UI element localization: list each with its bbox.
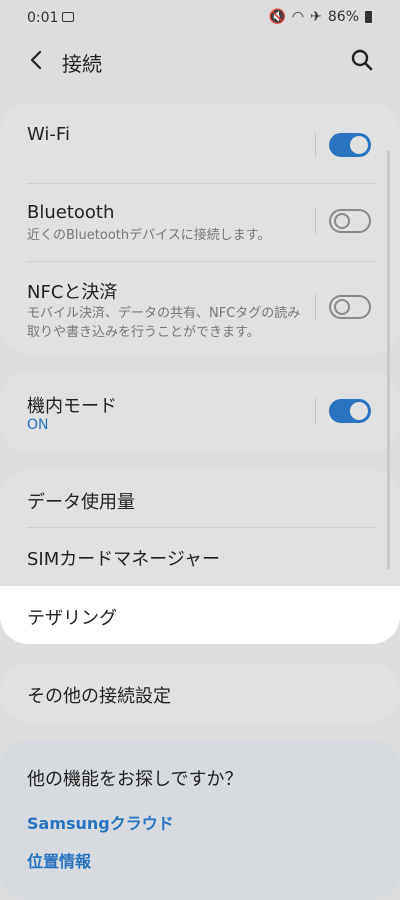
nfc-description: モバイル決済、データの共有、NFCタグの読み取りや書き込みを行うことができます。: [27, 306, 301, 340]
back-button[interactable]: [24, 47, 50, 73]
bluetooth-description: 近くのBluetoothデバイスに接続します。: [27, 228, 271, 243]
wifi-label: Wi-Fi: [27, 124, 70, 145]
airplane-mode-label: 機内モード: [27, 396, 117, 417]
wifi-icon: ◠: [291, 9, 305, 25]
bluetooth-label: Bluetooth: [27, 202, 115, 223]
location-link[interactable]: 位置情報: [27, 848, 91, 872]
sim-manager-label: SIMカードマネージャー: [27, 549, 221, 570]
status-time: 0:01: [27, 10, 59, 26]
search-button[interactable]: [350, 48, 374, 72]
nfc-label: NFCと決済: [27, 282, 118, 303]
samsung-cloud-link[interactable]: Samsungクラウド: [27, 810, 174, 834]
sim-manager-row[interactable]: SIMカードマネージャー: [0, 528, 400, 586]
battery-percent: 86%: [327, 9, 359, 25]
nfc-row[interactable]: NFCと決済 モバイル決済、データの共有、NFCタグの読み取りや書き込みを行うこ…: [0, 262, 400, 354]
other-settings-label: その他の接続設定: [27, 686, 171, 707]
airplane-icon: ✈: [310, 9, 322, 25]
scrollbar[interactable]: [387, 150, 390, 570]
airplane-mode-row[interactable]: 機内モード ON: [0, 372, 400, 452]
image-notification-icon: [62, 12, 74, 22]
data-usage-label: データ使用量: [27, 492, 135, 513]
tethering-label: テザリング: [27, 608, 117, 629]
tethering-row[interactable]: テザリング: [0, 586, 400, 644]
separator: [315, 208, 316, 234]
hint-title: 他の機能をお探しですか？: [27, 769, 243, 790]
bluetooth-row[interactable]: Bluetooth 近くのBluetoothデバイスに接続します。: [0, 184, 400, 260]
wifi-row[interactable]: Wi-Fi: [0, 104, 400, 180]
status-right: 🔇 ◠ ✈ 86%: [268, 9, 372, 25]
separator: [315, 132, 316, 158]
page-title: 接続: [62, 52, 102, 76]
wifi-toggle[interactable]: [329, 133, 371, 157]
bluetooth-toggle[interactable]: [329, 209, 371, 233]
separator: [315, 294, 316, 320]
airplane-mode-toggle[interactable]: [329, 399, 371, 423]
airplane-mode-status: ON: [27, 417, 49, 433]
nfc-toggle[interactable]: [329, 295, 371, 319]
separator: [315, 398, 316, 424]
other-connection-settings-row[interactable]: その他の接続設定: [0, 664, 400, 722]
status-bar: 0:01 🔇 ◠ ✈ 86%: [0, 0, 400, 36]
mute-icon: 🔇: [268, 9, 286, 25]
data-usage-row[interactable]: データ使用量: [0, 470, 400, 528]
battery-icon: [365, 11, 372, 23]
search-icon: [351, 49, 373, 71]
chevron-left-icon: [30, 50, 42, 70]
